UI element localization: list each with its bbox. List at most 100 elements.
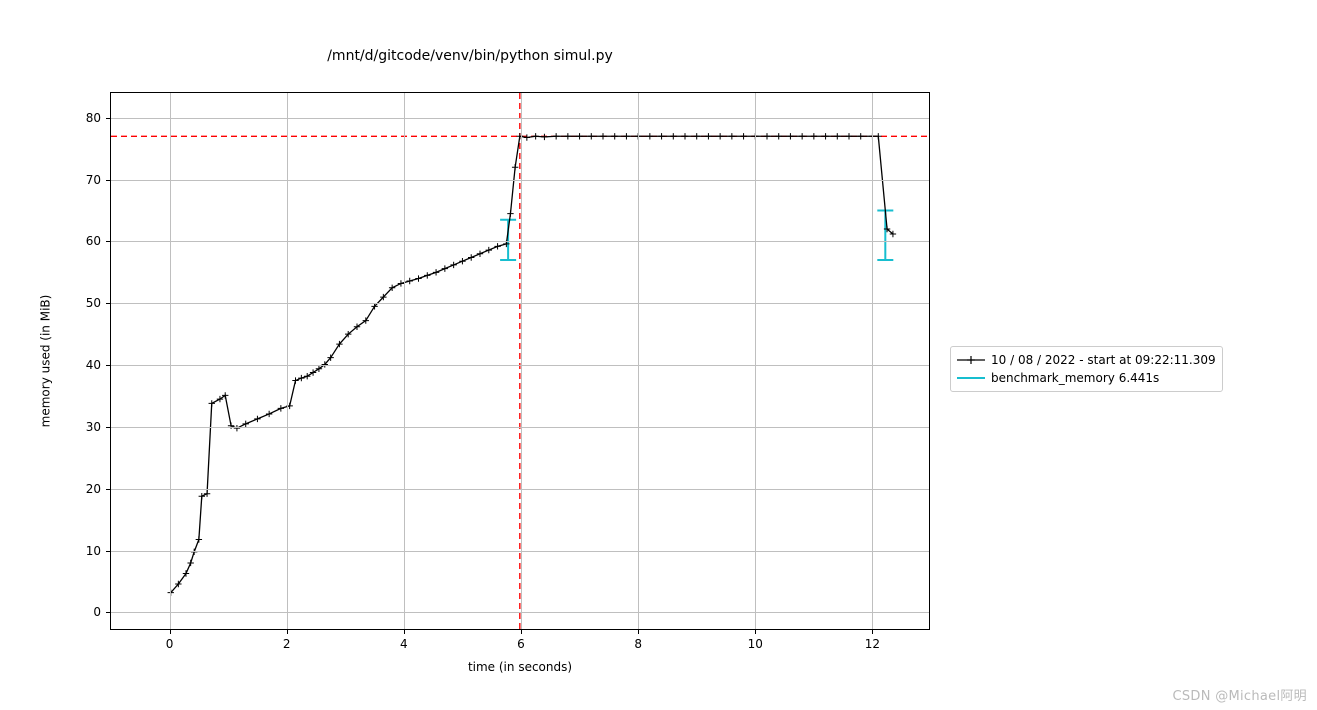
grid-line-vertical [521,93,522,629]
grid-line-vertical [872,93,873,629]
series-marker [553,133,559,139]
grid-line-horizontal [111,118,929,119]
x-tick-label: 6 [517,637,525,651]
series-marker [433,269,439,275]
series-marker [507,210,513,216]
series-marker [468,254,474,260]
x-tick-label: 2 [283,637,291,651]
grid-line-vertical [638,93,639,629]
chart-container: /mnt/d/gitcode/venv/bin/python simul.py … [0,0,1317,710]
x-tick-label: 4 [400,637,408,651]
series-marker [459,258,465,264]
series-marker [278,405,284,411]
y-tick-label: 50 [86,296,101,310]
grid-line-horizontal [111,427,929,428]
watermark: CSDN @Michael阿明 [1173,685,1308,704]
grid-line-horizontal [111,180,929,181]
y-tick-mark [106,241,111,242]
y-tick-mark [106,489,111,490]
series-marker [670,133,676,139]
series-marker [310,369,316,375]
series-marker [292,377,298,383]
grid-line-horizontal [111,365,929,366]
legend-item-benchmark: benchmark_memory 6.441s [957,369,1216,387]
y-tick-label: 20 [86,482,101,496]
benchmark-bracket [877,210,893,259]
series-marker [486,247,492,253]
legend-label-series: 10 / 08 / 2022 - start at 09:22:11.309 [991,353,1216,367]
y-tick-label: 40 [86,358,101,372]
series-marker [846,133,852,139]
x-tick-mark [521,629,522,634]
series-marker [532,133,538,139]
y-tick-mark [106,612,111,613]
legend: 10 / 08 / 2022 - start at 09:22:11.309 b… [950,346,1223,392]
series-marker [612,133,618,139]
series-marker [694,133,700,139]
series-marker [424,272,430,278]
x-tick-label: 8 [634,637,642,651]
series-marker [875,133,881,139]
benchmark-bracket [500,220,516,260]
series-marker [600,133,606,139]
series-marker [187,560,193,566]
y-tick-mark [106,303,111,304]
grid-line-vertical [404,93,405,629]
y-tick-label: 80 [86,111,101,125]
series-marker [477,251,483,257]
legend-swatch-benchmark [957,371,985,385]
y-tick-label: 30 [86,420,101,434]
series-marker [196,536,202,542]
y-tick-label: 10 [86,544,101,558]
y-tick-mark [106,551,111,552]
series-marker [811,133,817,139]
grid-line-vertical [755,93,756,629]
legend-label-benchmark: benchmark_memory 6.441s [991,371,1159,385]
series-marker [647,133,653,139]
y-axis-label: memory used (in MiB) [35,92,55,630]
series-marker [565,133,571,139]
y-tick-label: 60 [86,234,101,248]
series-marker [787,133,793,139]
y-tick-label: 0 [93,605,101,619]
series-marker [858,133,864,139]
x-tick-mark [404,629,405,634]
series-marker [209,400,215,406]
series-marker [298,375,304,381]
grid-line-horizontal [111,303,929,304]
grid-line-horizontal [111,489,929,490]
y-tick-mark [106,118,111,119]
series-marker [576,133,582,139]
series-marker [494,243,500,249]
series-marker [764,133,770,139]
grid-line-vertical [170,93,171,629]
series-marker [705,133,711,139]
x-tick-mark [638,629,639,634]
x-tick-label: 12 [865,637,880,651]
x-tick-mark [170,629,171,634]
series-marker [717,133,723,139]
series-marker [415,275,421,281]
x-axis-label: time (in seconds) [110,660,930,674]
grid-line-vertical [287,93,288,629]
series-marker [304,373,310,379]
series-marker [588,133,594,139]
grid-line-horizontal [111,612,929,613]
series-marker [799,133,805,139]
series-marker [254,416,260,422]
x-tick-mark [755,629,756,634]
series-marker [407,278,413,284]
series-marker [234,425,240,431]
x-tick-mark [287,629,288,634]
series-marker [442,265,448,271]
series-marker [776,133,782,139]
x-tick-label: 0 [166,637,174,651]
series-marker [682,133,688,139]
plot-area: 02468101201020304050607080 [110,92,930,630]
legend-swatch-series [957,353,985,367]
series-marker [822,133,828,139]
series-marker [541,134,547,140]
y-tick-label: 70 [86,173,101,187]
legend-item-series: 10 / 08 / 2022 - start at 09:22:11.309 [957,351,1216,369]
grid-line-horizontal [111,551,929,552]
